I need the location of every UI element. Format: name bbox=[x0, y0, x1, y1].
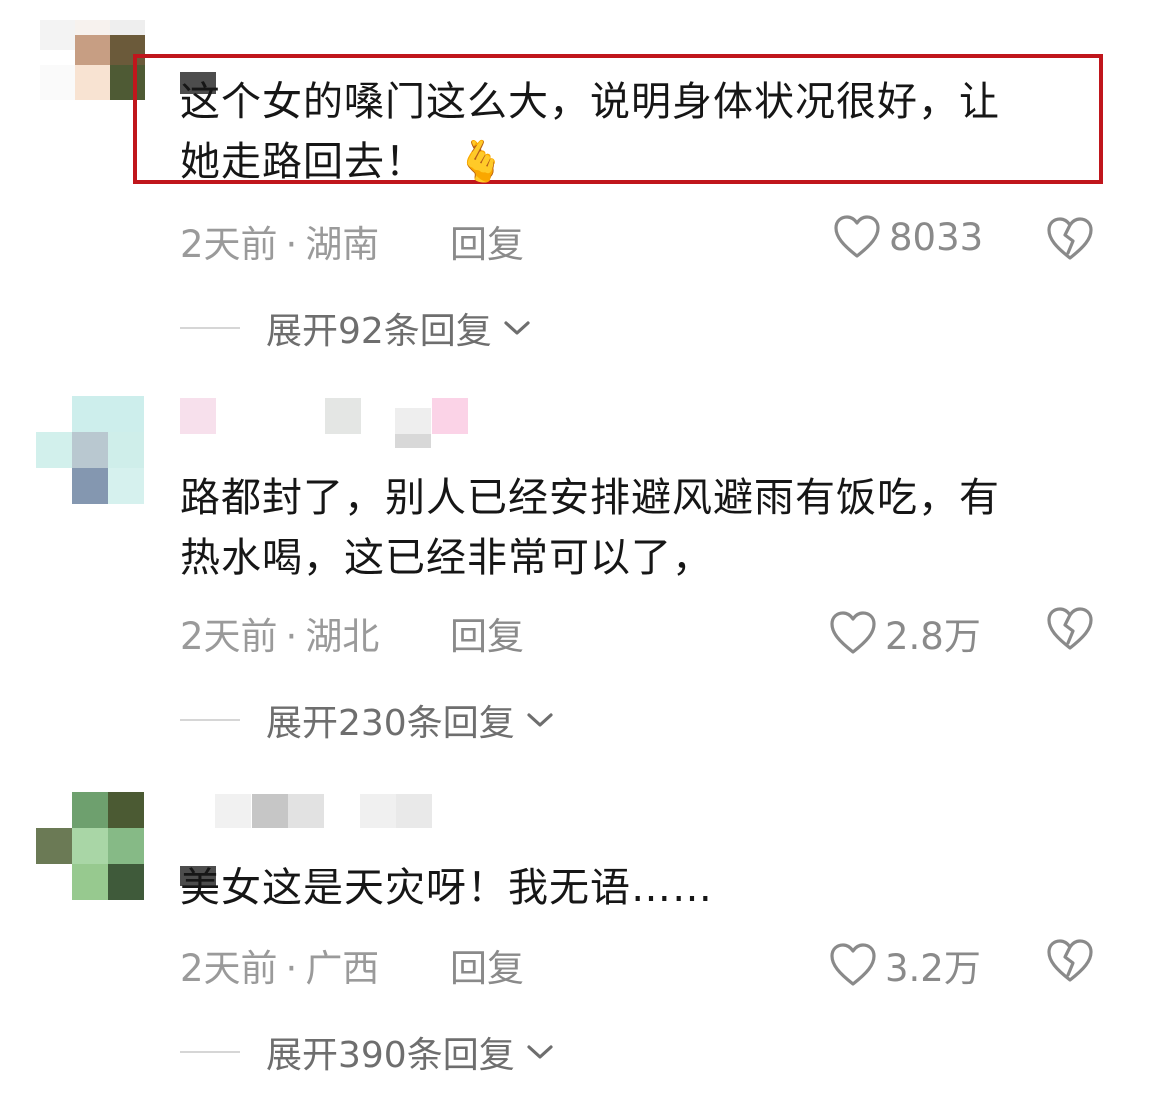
divider-line bbox=[180, 327, 240, 329]
broken-heart-icon bbox=[1047, 217, 1093, 260]
heart-outline-icon bbox=[834, 215, 880, 258]
comment-location: 湖北 bbox=[305, 615, 380, 658]
dislike-button[interactable] bbox=[1046, 938, 1094, 988]
comment-line: 她走路回去！ 🫰 bbox=[180, 132, 1000, 192]
dislike-button[interactable] bbox=[1046, 606, 1094, 656]
comment-meta: 2天前 · 广西 bbox=[180, 938, 379, 992]
expand-replies-label: 展开230条回复 bbox=[266, 703, 515, 744]
like-button[interactable]: 2.8万 bbox=[829, 606, 981, 660]
username-blurred[interactable] bbox=[180, 794, 470, 834]
comment-location: 湖南 bbox=[305, 223, 380, 266]
comment-text: 美女这是天灾呀！我无语…… bbox=[180, 858, 713, 918]
meta-separator: · bbox=[285, 223, 298, 266]
broken-heart-icon bbox=[1047, 939, 1093, 982]
like-button[interactable]: 8033 bbox=[833, 214, 983, 260]
comment-meta: 2天前 · 湖北 bbox=[180, 606, 379, 660]
comment-time: 2天前 bbox=[180, 947, 278, 990]
expand-replies[interactable]: 展开92条回复 bbox=[180, 302, 532, 354]
comment-text: 这个女的嗓门这么大，说明身体状况很好，让 她走路回去！ 🫰 bbox=[180, 72, 1000, 192]
heart-outline-icon bbox=[830, 943, 876, 986]
avatar[interactable] bbox=[36, 792, 146, 900]
comment-line: 这个女的嗓门这么大，说明身体状况很好，让 bbox=[180, 79, 1000, 125]
like-button[interactable]: 3.2万 bbox=[829, 938, 981, 992]
dislike-button[interactable] bbox=[1046, 216, 1094, 266]
broken-heart-icon bbox=[1047, 607, 1093, 650]
comment-text: 路都封了，别人已经安排避风避雨有饭吃，有 热水喝，这已经非常可以了， bbox=[180, 468, 1000, 588]
avatar[interactable] bbox=[40, 20, 145, 110]
expand-replies[interactable]: 展开230条回复 bbox=[180, 694, 555, 746]
meta-separator: · bbox=[285, 615, 298, 658]
reply-button[interactable]: 回复 bbox=[450, 938, 524, 992]
expand-replies-label: 展开92条回复 bbox=[266, 311, 492, 352]
finger-heart-emoji-icon: 🫰 bbox=[456, 139, 507, 185]
heart-outline-icon bbox=[830, 611, 876, 654]
divider-line bbox=[180, 1051, 240, 1053]
expand-replies-label: 展开390条回复 bbox=[266, 1035, 515, 1076]
comment-time: 2天前 bbox=[180, 615, 278, 658]
avatar[interactable] bbox=[36, 396, 146, 504]
comment-list: 这个女的嗓门这么大，说明身体状况很好，让 她走路回去！ 🫰 2天前 · 湖南 回复 8… bbox=[0, 0, 1152, 1112]
like-count: 3.2万 bbox=[885, 947, 981, 990]
meta-separator: · bbox=[285, 947, 298, 990]
comment-line: 美女这是天灾呀！我无语…… bbox=[180, 865, 713, 911]
expand-replies[interactable]: 展开390条回复 bbox=[180, 1026, 555, 1078]
comment-meta: 2天前 · 湖南 bbox=[180, 214, 379, 268]
chevron-down-icon bbox=[504, 321, 530, 335]
reply-button[interactable]: 回复 bbox=[450, 214, 524, 268]
comment-line: 路都封了，别人已经安排避风避雨有饭吃，有 bbox=[180, 475, 1000, 521]
comment-line: 热水喝，这已经非常可以了， bbox=[180, 535, 713, 581]
chevron-down-icon bbox=[527, 1045, 553, 1059]
comment-location: 广西 bbox=[305, 947, 380, 990]
divider-line bbox=[180, 719, 240, 721]
chevron-down-icon bbox=[527, 713, 553, 727]
username-blurred[interactable] bbox=[180, 398, 470, 450]
like-count: 2.8万 bbox=[885, 615, 981, 658]
reply-button[interactable]: 回复 bbox=[450, 606, 524, 660]
comment-line-text: 她走路回去！ bbox=[180, 139, 426, 185]
like-count: 8033 bbox=[889, 215, 984, 259]
comment-time: 2天前 bbox=[180, 223, 278, 266]
